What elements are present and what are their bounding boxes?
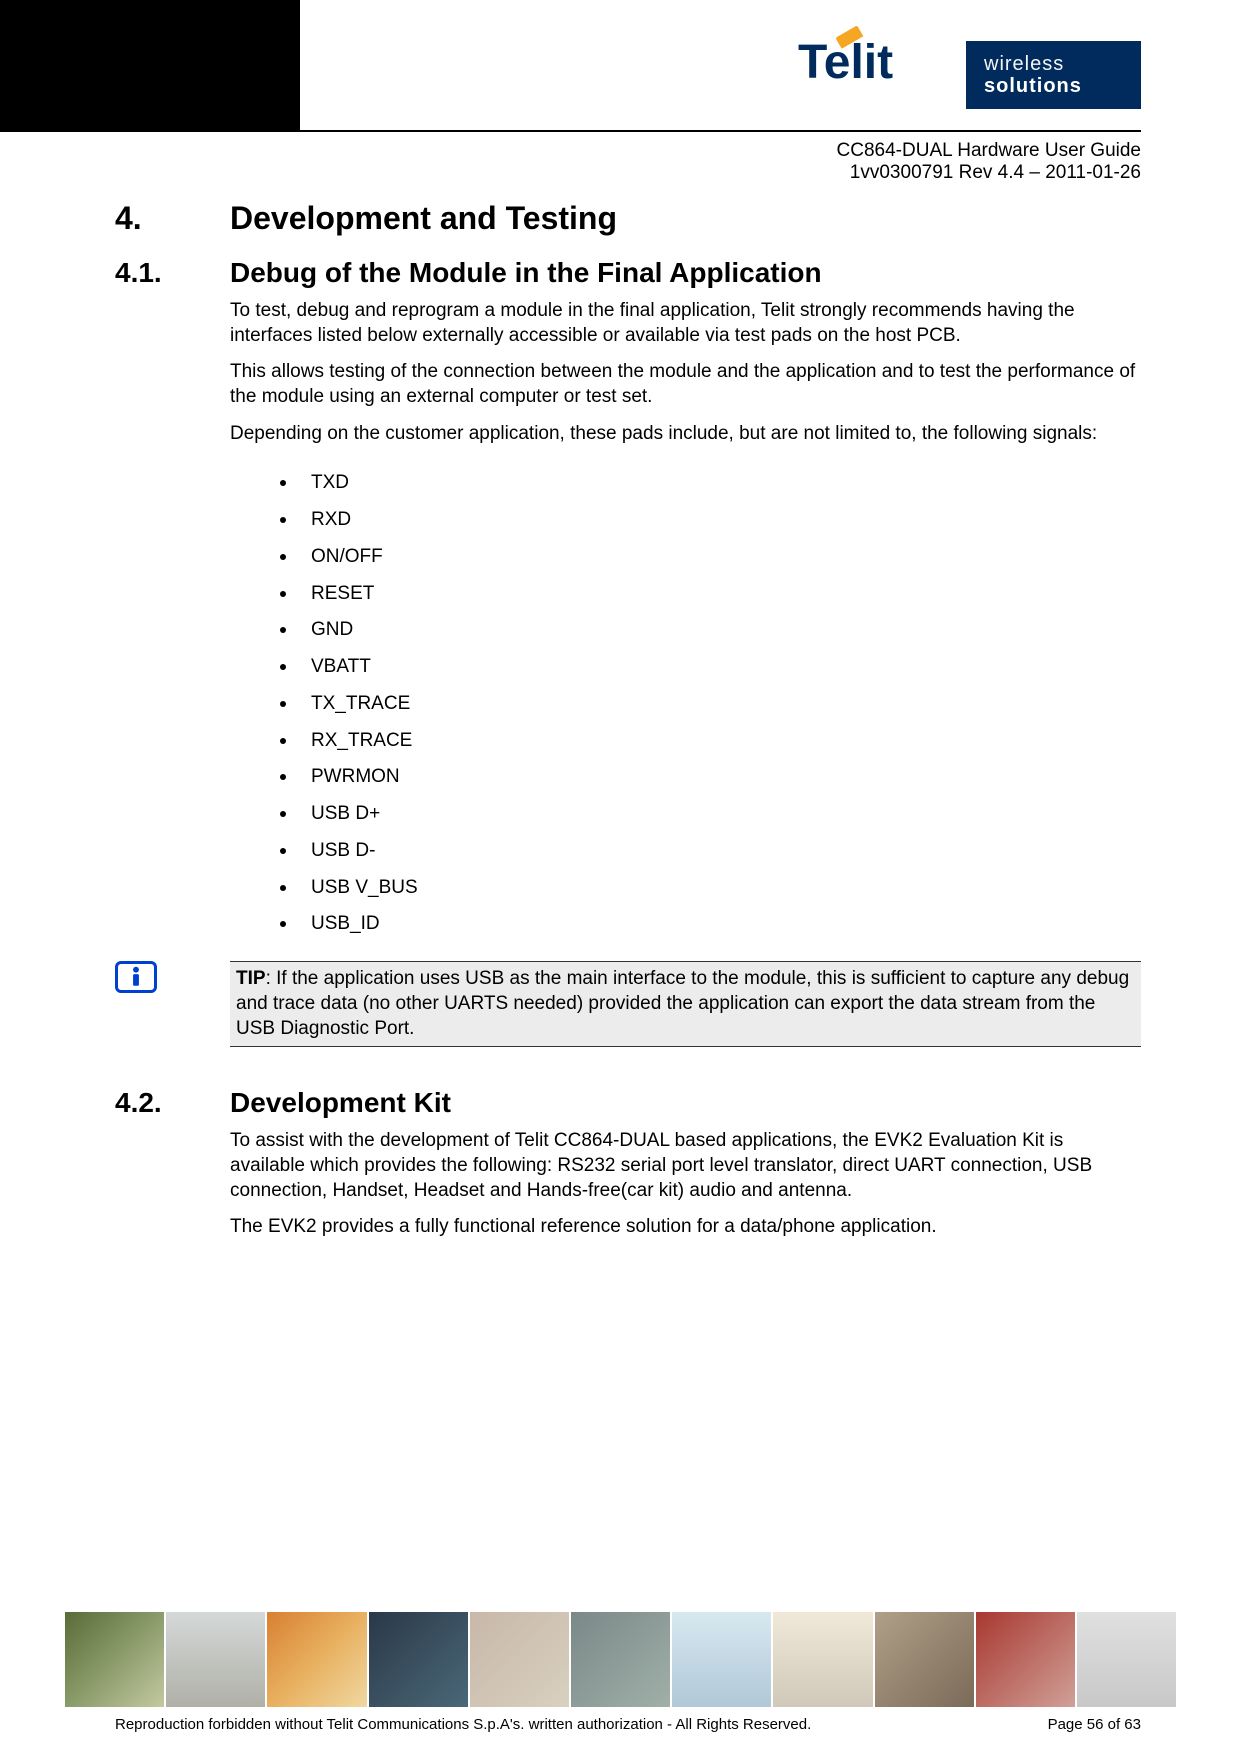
bullet-icon (280, 848, 286, 854)
tip-text: : If the application uses USB as the mai… (236, 968, 1129, 1038)
signal-label: RESET (311, 582, 374, 606)
footer-thumb (773, 1612, 872, 1707)
heading-4-2-title: Development Kit (230, 1087, 451, 1118)
list-item: GND (280, 618, 1141, 642)
list-item: RX_TRACE (280, 729, 1141, 753)
bullet-icon (280, 921, 286, 927)
tagline-word-1: wireless (984, 53, 1123, 75)
list-item: VBATT (280, 655, 1141, 679)
header-rule (0, 130, 1141, 132)
heading-4: 4.Development and Testing (115, 200, 1141, 237)
section-4-1-body: To test, debug and reprogram a module in… (230, 299, 1141, 936)
footer-thumb (470, 1612, 569, 1707)
list-item: USB D+ (280, 802, 1141, 826)
para-4-2-1: To assist with the development of Telit … (230, 1129, 1141, 1203)
heading-4-2: 4.2.Development Kit (115, 1087, 1141, 1119)
bullet-icon (280, 774, 286, 780)
signal-label: ON/OFF (311, 545, 383, 569)
bullet-icon (280, 591, 286, 597)
signal-label: USB D+ (311, 802, 380, 826)
list-item: USB V_BUS (280, 876, 1141, 900)
heading-4-2-number: 4.2. (115, 1087, 230, 1119)
list-item: RESET (280, 582, 1141, 606)
para-4-2-2: The EVK2 provides a fully functional ref… (230, 1215, 1141, 1240)
signal-label: RX_TRACE (311, 729, 412, 753)
footer-thumb (65, 1612, 164, 1707)
logo-area: Telit wireless solutions (798, 35, 1141, 115)
signal-label: USB_ID (311, 912, 380, 936)
bullet-icon (280, 517, 286, 523)
heading-4-1-title: Debug of the Module in the Final Applica… (230, 257, 822, 288)
doc-title: CC864-DUAL Hardware User Guide (837, 140, 1141, 162)
bullet-icon (280, 811, 286, 817)
tagline-word-2: solutions (984, 75, 1123, 97)
heading-4-number: 4. (115, 200, 230, 237)
footer-image-strip (65, 1612, 1176, 1707)
signal-label: VBATT (311, 655, 371, 679)
footer-text: Reproduction forbidden without Telit Com… (115, 1716, 1141, 1733)
bullet-icon (280, 664, 286, 670)
footer-thumb (875, 1612, 974, 1707)
para-4-1-2: This allows testing of the connection be… (230, 360, 1141, 409)
list-item: TXD (280, 471, 1141, 495)
heading-4-title: Development and Testing (230, 200, 617, 236)
bullet-icon (280, 627, 286, 633)
bullet-icon (280, 701, 286, 707)
info-icon (115, 961, 157, 993)
doc-revision: 1vv0300791 Rev 4.4 – 2011-01-26 (837, 162, 1141, 184)
bullet-icon (280, 885, 286, 891)
logo-tagline: wireless solutions (966, 41, 1141, 109)
list-item: ON/OFF (280, 545, 1141, 569)
list-item: USB_ID (280, 912, 1141, 936)
doc-info: CC864-DUAL Hardware User Guide 1vv030079… (837, 140, 1141, 184)
copyright-text: Reproduction forbidden without Telit Com… (115, 1716, 811, 1733)
bullet-icon (280, 738, 286, 744)
footer-thumb (369, 1612, 468, 1707)
footer-thumb (976, 1612, 1075, 1707)
list-item: USB D- (280, 839, 1141, 863)
list-item: RXD (280, 508, 1141, 532)
footer-thumb (1077, 1612, 1176, 1707)
list-item: TX_TRACE (280, 692, 1141, 716)
signal-label: TX_TRACE (311, 692, 410, 716)
section-4-2-body: To assist with the development of Telit … (230, 1129, 1141, 1240)
bullet-icon (280, 554, 286, 560)
tip-box: TIP: If the application uses USB as the … (230, 961, 1141, 1047)
telit-logo: Telit (798, 35, 948, 115)
tip-label: TIP (236, 968, 266, 989)
signals-list: TXD RXD ON/OFF RESET GND VBATT TX_TRACE … (280, 471, 1141, 936)
footer-thumb (267, 1612, 366, 1707)
signal-label: TXD (311, 471, 349, 495)
list-item: PWRMON (280, 765, 1141, 789)
header-black-bar (0, 0, 300, 130)
signal-label: PWRMON (311, 765, 400, 789)
para-4-1-3: Depending on the customer application, t… (230, 422, 1141, 447)
page-number: Page 56 of 63 (1048, 1716, 1141, 1733)
heading-4-1: 4.1.Debug of the Module in the Final App… (115, 257, 1141, 289)
signal-label: GND (311, 618, 353, 642)
footer-thumb (672, 1612, 771, 1707)
heading-4-1-number: 4.1. (115, 257, 230, 289)
tip-row: TIP: If the application uses USB as the … (115, 961, 1141, 1047)
footer-thumb (166, 1612, 265, 1707)
footer-thumb (571, 1612, 670, 1707)
signal-label: USB V_BUS (311, 876, 418, 900)
para-4-1-1: To test, debug and reprogram a module in… (230, 299, 1141, 348)
signal-label: RXD (311, 508, 351, 532)
signal-label: USB D- (311, 839, 375, 863)
content-area: 4.Development and Testing 4.1.Debug of t… (115, 200, 1141, 1252)
bullet-icon (280, 480, 286, 486)
